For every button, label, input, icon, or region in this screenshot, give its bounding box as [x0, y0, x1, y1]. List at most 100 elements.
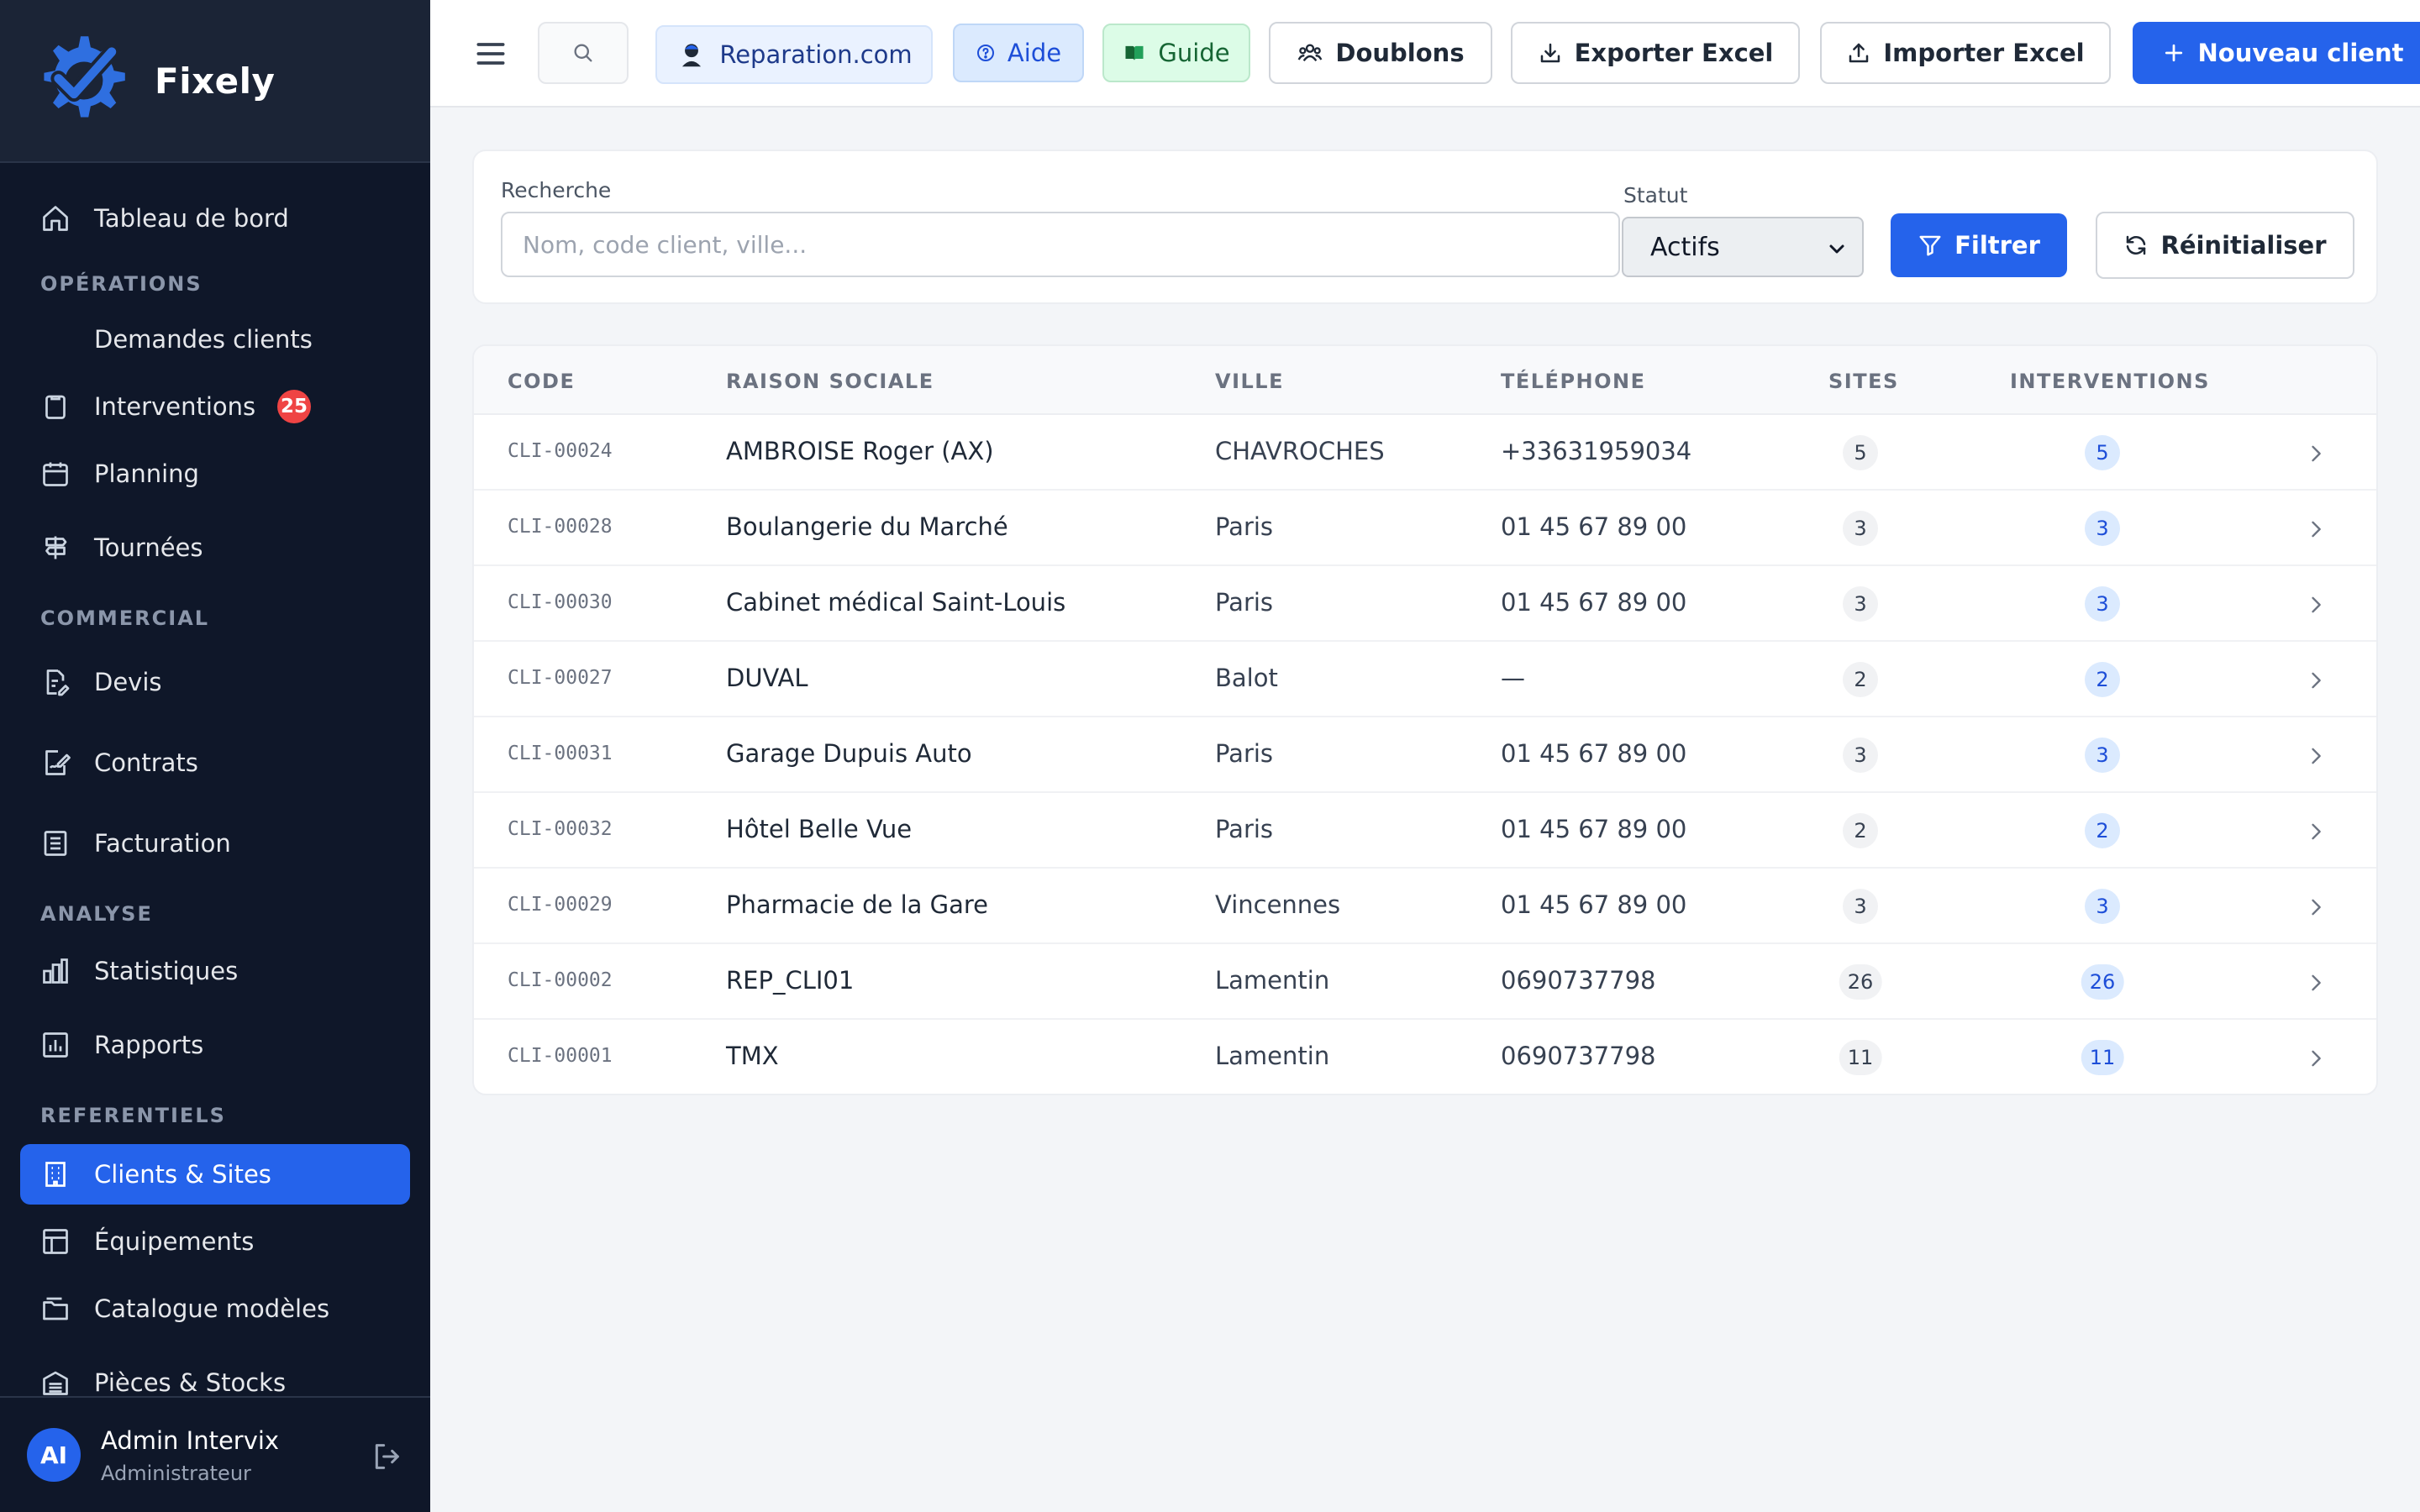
- user-role: Administrateur: [101, 1462, 251, 1485]
- filter-button[interactable]: Filtrer: [1891, 213, 2067, 277]
- sidebar-item-devis[interactable]: Devis: [20, 652, 410, 712]
- column-header-sites[interactable]: SITES: [1828, 370, 1899, 393]
- client-phone: 0690737798: [1501, 966, 1656, 995]
- sidebar-item-label: Rapports: [94, 1031, 204, 1059]
- client-city: Paris: [1215, 815, 1274, 843]
- interventions-count-badge: 25: [277, 390, 311, 423]
- building-icon: [40, 1159, 71, 1189]
- brand[interactable]: Fixely: [0, 0, 430, 163]
- duplicates-button[interactable]: Doublons: [1269, 22, 1492, 84]
- client-code: CLI-00031: [508, 743, 613, 764]
- sidebar-item-label: Pièces & Stocks: [94, 1368, 287, 1397]
- sites-count-badge: 3: [1843, 889, 1878, 924]
- client-code: CLI-00032: [508, 818, 613, 840]
- client-phone: 01 45 67 89 00: [1501, 890, 1687, 919]
- sidebar-item-statistiques[interactable]: Statistiques: [20, 941, 410, 1001]
- sidebar-item-label: Facturation: [94, 829, 231, 858]
- table-row[interactable]: CLI-00030 Cabinet médical Saint-Louis Pari…: [474, 566, 2376, 642]
- client-search-input[interactable]: [501, 212, 1620, 277]
- column-header-raison-sociale[interactable]: RAISON SOCIALE: [726, 370, 934, 393]
- contract-sign-icon: [40, 748, 71, 778]
- sidebar-item-dashboard[interactable]: Tableau de bord: [20, 188, 410, 249]
- help-button[interactable]: Aide: [953, 24, 1084, 82]
- column-header-code[interactable]: CODE: [508, 370, 575, 393]
- sidebar-item-facturation[interactable]: Facturation: [20, 813, 410, 874]
- table-row[interactable]: CLI-00028 Boulangerie du Marché Paris 01 45…: [474, 491, 2376, 566]
- sidebar-item-tournees[interactable]: Tournées: [20, 517, 410, 578]
- clients-table: CODE RAISON SOCIALE VILLE TÉLÉPHONE SITE…: [472, 344, 2378, 1095]
- guide-button[interactable]: Guide: [1102, 24, 1250, 82]
- status-select[interactable]: Actifs: [1622, 217, 1864, 277]
- client-name: Garage Dupuis Auto: [726, 739, 972, 768]
- interventions-count-badge: 5: [2085, 435, 2120, 470]
- chevron-right-icon[interactable]: [2304, 593, 2328, 617]
- client-city: Lamentin: [1215, 966, 1330, 995]
- chevron-right-icon[interactable]: [2304, 517, 2328, 541]
- nav-section-operations: OPÉRATIONS: [40, 272, 203, 296]
- table-row[interactable]: CLI-00029 Pharmacie de la Gare Vincennes 01…: [474, 869, 2376, 944]
- table-row[interactable]: CLI-00032 Hôtel Belle Vue Paris 01 45 67 89…: [474, 793, 2376, 869]
- upload-icon: [1849, 43, 1869, 63]
- calendar-icon: [40, 459, 71, 489]
- chevron-right-icon[interactable]: [2304, 971, 2328, 995]
- chevron-right-icon[interactable]: [2304, 744, 2328, 768]
- invoice-icon: [40, 828, 71, 858]
- sites-count-badge: 3: [1843, 511, 1878, 546]
- chevron-right-icon[interactable]: [2304, 895, 2328, 919]
- client-name: Boulangerie du Marché: [726, 512, 1008, 541]
- sites-count-badge: 2: [1843, 813, 1878, 848]
- sidebar-item-contrats[interactable]: Contrats: [20, 732, 410, 793]
- user-profile: AI Admin Intervix Administrateur: [0, 1396, 430, 1512]
- sidebar-item-rapports[interactable]: Rapports: [20, 1015, 410, 1075]
- sidebar-item-clients[interactable]: Clients & Sites: [20, 1144, 410, 1205]
- sidebar-item-equipements[interactable]: Équipements: [20, 1211, 410, 1272]
- chevron-right-icon[interactable]: [2304, 669, 2328, 692]
- download-icon: [1540, 43, 1560, 63]
- column-header-interventions[interactable]: INTERVENTIONS: [2010, 370, 2210, 393]
- table-row[interactable]: CLI-00031 Garage Dupuis Auto Paris 01 45 67…: [474, 717, 2376, 793]
- chevron-right-icon[interactable]: [2304, 442, 2328, 465]
- interventions-count-badge: 3: [2085, 511, 2120, 546]
- sidebar-item-planning[interactable]: Planning: [20, 444, 410, 504]
- technician-avatar-icon: [682, 44, 702, 67]
- sidebar-item-label: Devis: [94, 668, 162, 696]
- table-row[interactable]: CLI-00024 AMBROISE Roger (AX) CHAVROCHES +3…: [474, 415, 2376, 491]
- sidebar-item-interventions[interactable]: Interventions 25: [20, 376, 410, 437]
- home-icon: [40, 203, 71, 234]
- sites-count-badge: 26: [1839, 964, 1882, 1000]
- signpost-icon: [40, 533, 71, 563]
- client-phone: —: [1501, 664, 1525, 692]
- new-client-button[interactable]: Nouveau client: [2133, 22, 2420, 84]
- chevron-right-icon[interactable]: [2304, 820, 2328, 843]
- table-row[interactable]: CLI-00027 DUVAL Balot — 2 2: [474, 642, 2376, 717]
- column-header-telephone[interactable]: TÉLÉPHONE: [1501, 370, 1646, 393]
- sidebar-item-demandes[interactable]: Demandes clients: [20, 309, 410, 370]
- nav-section-analyse: ANALYSE: [40, 902, 153, 926]
- sidebar-item-catalogue[interactable]: Catalogue modèles: [20, 1278, 410, 1339]
- column-header-ville[interactable]: VILLE: [1215, 370, 1284, 393]
- reparation-link-button[interactable]: Reparation.com: [655, 25, 933, 84]
- client-phone: 0690737798: [1501, 1042, 1656, 1070]
- interventions-count-badge: 2: [2085, 813, 2120, 848]
- chevron-right-icon[interactable]: [2304, 1047, 2328, 1070]
- export-excel-button[interactable]: Exporter Excel: [1511, 22, 1800, 84]
- document-edit-icon: [40, 667, 71, 697]
- import-excel-button[interactable]: Importer Excel: [1820, 22, 2111, 84]
- menu-icon[interactable]: [472, 35, 509, 72]
- client-city: Vincennes: [1215, 890, 1341, 919]
- table-row[interactable]: CLI-00002 REP_CLI01 Lamentin 0690737798 26 26: [474, 944, 2376, 1020]
- search-label: Recherche: [501, 178, 612, 202]
- reset-button[interactable]: Réinitialiser: [2096, 212, 2354, 279]
- help-label: Aide: [1007, 39, 1062, 67]
- client-city: Paris: [1215, 512, 1274, 541]
- sites-count-badge: 3: [1843, 738, 1878, 773]
- logout-icon[interactable]: [370, 1440, 403, 1473]
- client-city: CHAVROCHES: [1215, 437, 1385, 465]
- sidebar-item-label: Tournées: [94, 533, 203, 562]
- grid-table-icon: [40, 1226, 71, 1257]
- nav-section-commercial: COMMERCIAL: [40, 606, 210, 630]
- gear-check-logo-icon: [44, 36, 125, 118]
- avatar[interactable]: AI: [27, 1428, 81, 1482]
- global-search-button[interactable]: [538, 22, 629, 84]
- table-row[interactable]: CLI-00001 TMX Lamentin 0690737798 11 11: [474, 1020, 2376, 1094]
